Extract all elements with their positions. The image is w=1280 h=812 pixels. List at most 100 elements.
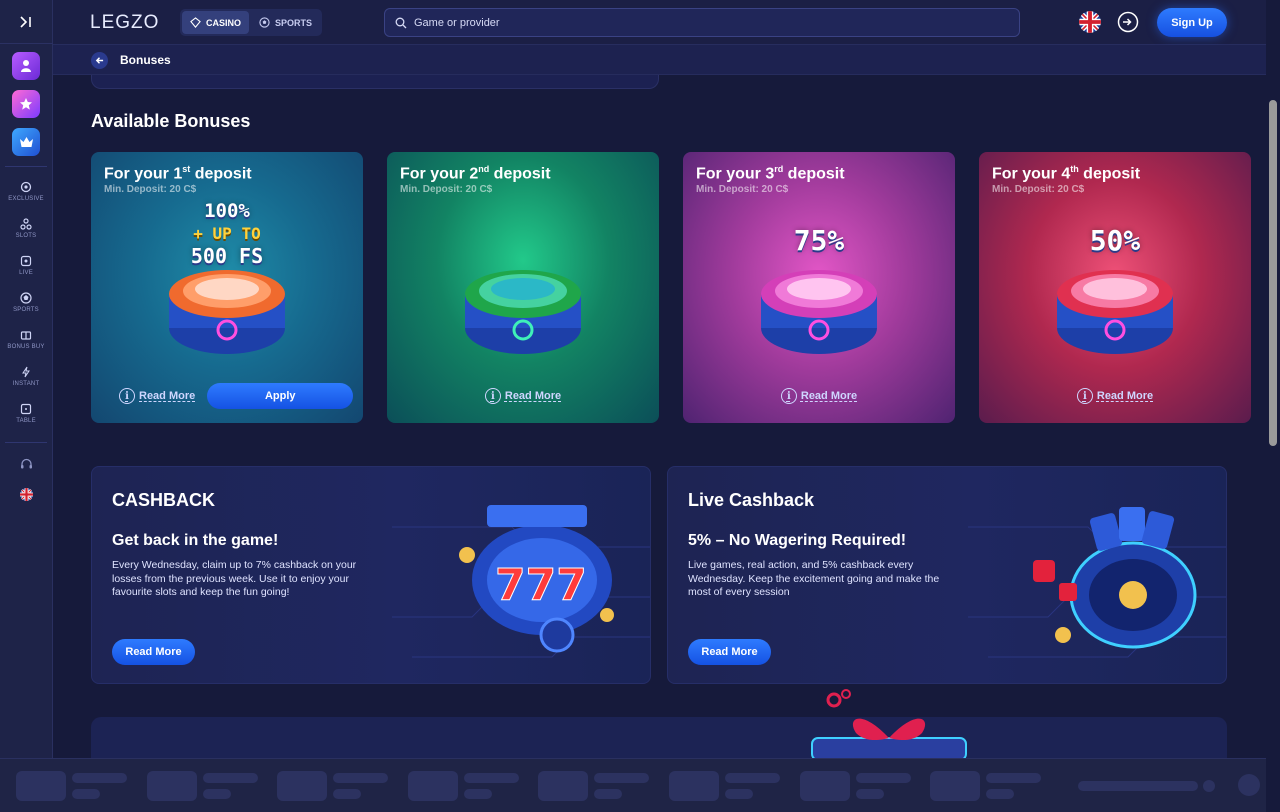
bonus-card-actions: i Read More — [979, 382, 1251, 410]
search-bar — [384, 8, 1020, 37]
skeleton-line — [333, 773, 388, 783]
read-more-button[interactable]: Read More — [112, 639, 195, 665]
skeleton-block — [147, 771, 197, 801]
signup-button[interactable]: Sign Up — [1157, 8, 1227, 37]
sidebar-toggle-button[interactable] — [0, 0, 53, 44]
read-more-link[interactable]: i Read More — [119, 388, 195, 404]
instant-icon — [22, 366, 30, 378]
min-deposit-label: Min. Deposit: 20 C$ — [104, 184, 197, 195]
skeleton-line — [464, 773, 519, 783]
read-more-label: Read More — [139, 390, 196, 402]
promo-description: Live games, real action, and 5% cashback… — [688, 559, 940, 598]
read-more-link[interactable]: i Read More — [484, 388, 562, 404]
sidebar-item-table[interactable]: TABLE — [0, 395, 53, 432]
slots-icon — [20, 218, 32, 230]
read-more-label: Read More — [800, 390, 858, 402]
star-icon — [20, 98, 32, 110]
sidebar-divider — [5, 166, 47, 167]
read-more-link[interactable]: i Read More — [1076, 388, 1154, 404]
bonus-button-illustration — [1057, 270, 1173, 354]
tab-sports-label: SPORTS — [275, 17, 313, 28]
info-icon: i — [119, 388, 135, 404]
bonus-card-title: For your 2nd deposit — [400, 164, 551, 183]
crown-icon — [19, 137, 33, 147]
live-cashback-panel: Live Cashback 5% – No Wagering Required!… — [667, 466, 1227, 684]
sidebar-item-exclusive[interactable]: EXCLUSIVE — [0, 173, 53, 210]
sidebar-item-label: BONUS BUY — [7, 344, 45, 350]
bonus-card-actions: i Read More — [387, 382, 659, 410]
sidebar: EXCLUSIVE SLOTS LIVE SPORTS BONUS BUY IN… — [0, 0, 53, 812]
back-button[interactable] — [91, 52, 108, 69]
gift-box-illustration — [811, 689, 967, 758]
sidebar-item-slots[interactable]: SLOTS — [0, 210, 53, 247]
skeleton-line — [594, 773, 649, 783]
bonus-percent: 50% — [1089, 224, 1141, 257]
search-input[interactable] — [414, 16, 974, 29]
promo-description: Every Wednesday, claim up to 7% cashback… — [112, 559, 357, 598]
bonus-card-title-text: For your 2 — [400, 165, 479, 183]
sidebar-item-sports[interactable]: SPORTS — [0, 284, 53, 321]
exclusive-icon — [20, 181, 32, 193]
read-more-label: Read More — [504, 390, 562, 402]
read-more-link[interactable]: i Read More — [780, 388, 858, 404]
bonus-button-illustration — [169, 270, 285, 354]
language-button[interactable] — [0, 479, 53, 509]
skeleton-line — [203, 773, 258, 783]
promo-subtitle: 5% – No Wagering Required! — [688, 532, 907, 549]
skeleton-line — [856, 789, 884, 799]
svg-text:777: 777 — [495, 560, 587, 611]
favorites-button[interactable] — [12, 90, 40, 118]
scrollbar-thumb[interactable] — [1269, 100, 1277, 446]
bonus-card-title: For your 1st deposit — [104, 164, 252, 183]
sidebar-item-instant[interactable]: INSTANT — [0, 358, 53, 395]
bonus-card-title-suffix: deposit — [489, 165, 551, 183]
skeleton-block — [408, 771, 458, 801]
bonus-card-title-suffix: deposit — [190, 165, 252, 183]
bonus-card-title-ordinal: th — [1070, 164, 1079, 174]
bonus-card-title-text: For your 3 — [696, 165, 775, 183]
bonus-card-title-ordinal: nd — [478, 164, 490, 174]
bonus-card-4: For your 4th deposit Min. Deposit: 20 C$… — [979, 152, 1251, 423]
bonus-card-title-ordinal: rd — [774, 164, 784, 174]
info-icon: i — [1076, 388, 1093, 404]
bonus-card-1: For your 1st deposit Min. Deposit: 20 C$… — [91, 152, 363, 423]
sidebar-item-bonus-buy[interactable]: BONUS BUY — [0, 321, 53, 358]
skeleton-line — [725, 789, 753, 799]
bonus-button-illustration — [761, 270, 877, 354]
min-deposit-label: Min. Deposit: 20 C$ — [696, 184, 789, 195]
bonus-card-actions: i Read More Apply — [91, 382, 363, 410]
read-more-label: Read More — [1096, 390, 1154, 402]
arrow-left-icon — [95, 57, 104, 64]
casino-icon — [190, 17, 201, 28]
language-selector[interactable] — [1079, 11, 1101, 33]
bonus-card-2: For your 2nd deposit Min. Deposit: 20 C$… — [387, 152, 659, 423]
support-button[interactable] — [0, 449, 53, 479]
previous-card-edge — [91, 75, 659, 89]
uk-flag-icon — [1079, 11, 1101, 33]
min-deposit-label: Min. Deposit: 20 C$ — [400, 184, 493, 195]
skeleton-avatar — [1238, 774, 1260, 796]
login-icon — [1117, 11, 1139, 33]
page-scrollbar[interactable] — [1266, 0, 1280, 812]
vip-button[interactable] — [12, 128, 40, 156]
read-more-button[interactable]: Read More — [688, 639, 771, 665]
tab-casino[interactable]: CASINO — [182, 11, 250, 34]
sidebar-item-live[interactable]: LIVE — [0, 247, 53, 284]
skeleton-line — [725, 773, 780, 783]
mode-switch: CASINO SPORTS — [180, 9, 323, 36]
skeleton-block — [930, 771, 980, 801]
promo-title: Live Cashback — [688, 490, 815, 510]
user-avatar-button[interactable] — [12, 52, 40, 80]
headset-icon — [20, 458, 32, 469]
top-header: LEGZO CASINO SPORTS Sign Up — [53, 0, 1266, 45]
page-title: Bonuses — [120, 53, 171, 67]
apply-button[interactable]: Apply — [207, 383, 354, 409]
login-button[interactable] — [1117, 11, 1139, 33]
logo[interactable]: LEGZO — [90, 12, 159, 34]
footer-loading-skeleton — [0, 758, 1266, 812]
bonus-card-title-suffix: deposit — [1078, 165, 1141, 183]
promo-title: CASHBACK — [112, 490, 215, 510]
bonus-card-title-suffix: deposit — [783, 165, 845, 183]
tab-sports[interactable]: SPORTS — [251, 11, 320, 34]
sports-icon — [20, 292, 32, 304]
